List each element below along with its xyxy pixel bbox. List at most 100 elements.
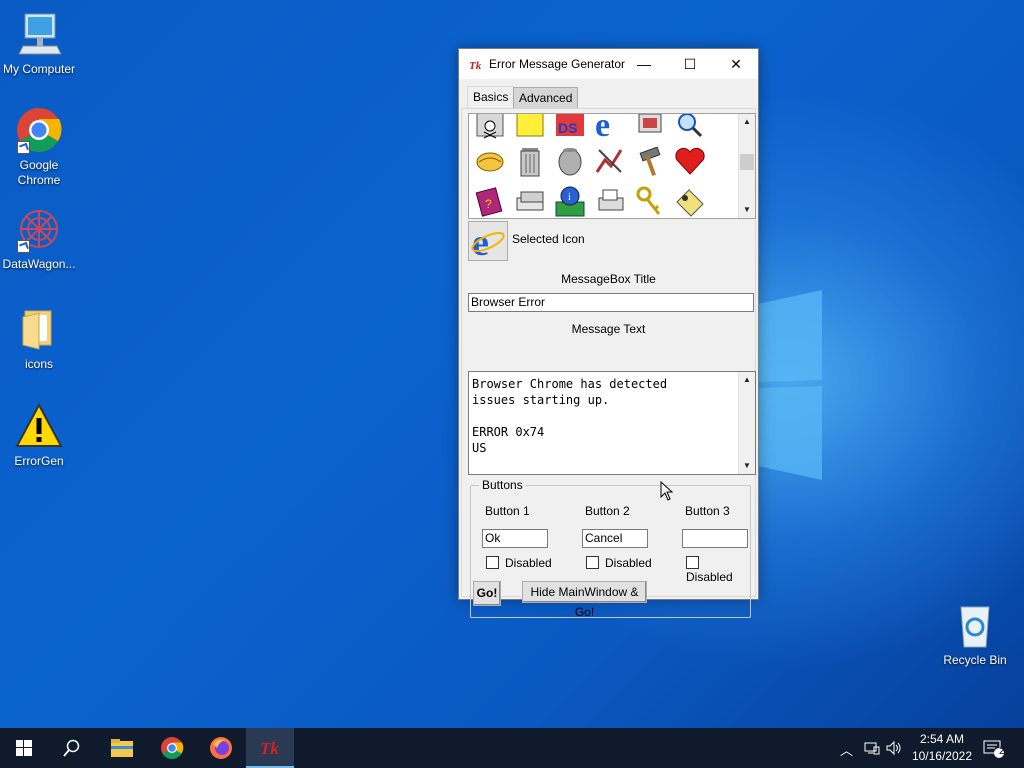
trash-can-icon[interactable] bbox=[513, 144, 547, 178]
key-card-icon[interactable] bbox=[673, 184, 707, 218]
ie-icon: e bbox=[471, 222, 505, 264]
network-info-icon[interactable]: i bbox=[553, 184, 587, 218]
icon-list-scrollbar[interactable]: ▲ ▼ bbox=[738, 114, 755, 218]
hammer-icon[interactable] bbox=[633, 144, 667, 178]
system-clock[interactable]: 2:54 AM 10/16/2022 bbox=[912, 731, 972, 765]
desktop-icon-my-computer[interactable]: My Computer bbox=[1, 10, 77, 77]
button1-text-input[interactable]: Ok bbox=[482, 529, 548, 548]
note-icon[interactable] bbox=[513, 113, 547, 140]
scroll-down-arrow-icon[interactable]: ▼ bbox=[739, 458, 755, 474]
taskbar-search-button[interactable] bbox=[48, 728, 96, 768]
mouse-cursor-icon bbox=[660, 481, 674, 501]
buttons-group-title: Buttons bbox=[479, 478, 526, 492]
network-icon[interactable] bbox=[864, 740, 880, 756]
icon-picker-list[interactable]: DS e ? i ▲ ▼ bbox=[468, 113, 756, 219]
shortcut-arrow-icon bbox=[17, 240, 30, 253]
desktop-icon-label: Google Chrome bbox=[17, 158, 61, 187]
scroll-down-arrow-icon[interactable]: ▼ bbox=[739, 202, 755, 218]
svg-text:Tk: Tk bbox=[469, 60, 482, 71]
button1-disabled-checkbox[interactable]: Disabled bbox=[486, 556, 552, 570]
start-button[interactable] bbox=[0, 728, 48, 768]
error-message-generator-window: Tk Error Message Generator — ☐ ✕ Basics … bbox=[458, 48, 759, 619]
scroll-up-arrow-icon[interactable]: ▲ bbox=[739, 372, 755, 388]
message-text-scrollbar[interactable]: ▲ ▼ bbox=[738, 372, 755, 474]
volume-icon[interactable] bbox=[886, 740, 902, 756]
dos-icon[interactable]: DS bbox=[553, 113, 587, 140]
ie-icon[interactable]: e bbox=[593, 113, 627, 140]
taskbar-errorgen[interactable]: Tk bbox=[246, 728, 294, 768]
graph-icon[interactable] bbox=[593, 144, 627, 178]
printer-icon[interactable] bbox=[593, 184, 627, 218]
tab-basics[interactable]: Basics bbox=[467, 86, 515, 109]
selected-icon-label: Selected Icon bbox=[512, 232, 585, 246]
folder-icon bbox=[15, 305, 63, 353]
recycle-bin-icon bbox=[951, 601, 999, 649]
minimize-button[interactable]: — bbox=[621, 49, 667, 79]
fortune-cookie-icon[interactable] bbox=[473, 144, 507, 178]
hide-mainwindow-go-button[interactable]: Hide MainWindow & Go! bbox=[522, 581, 647, 619]
taskbar-file-explorer[interactable] bbox=[98, 728, 146, 768]
go-button[interactable]: Go! bbox=[473, 581, 501, 606]
desktop-icon-google-chrome[interactable]: Google Chrome bbox=[1, 106, 77, 188]
windows-logo-background bbox=[758, 290, 822, 480]
heart-icon[interactable] bbox=[673, 144, 707, 178]
notification-count-badge: 2 bbox=[999, 746, 1005, 757]
firefox-icon bbox=[210, 737, 232, 759]
scroll-up-arrow-icon[interactable]: ▲ bbox=[739, 114, 755, 130]
desktop-icon-errorgen[interactable]: ErrorGen bbox=[1, 402, 77, 469]
desktop-icon-label: ErrorGen bbox=[14, 454, 64, 468]
window-titlebar[interactable]: Tk Error Message Generator — ☐ ✕ bbox=[459, 49, 758, 79]
svg-text:?: ? bbox=[485, 197, 492, 211]
button2-disabled-checkbox[interactable]: Disabled bbox=[586, 556, 652, 570]
window-content: Basics Advanced DS e ? i ▲ ▼ e Selected … bbox=[459, 79, 758, 619]
messagebox-title-caption: MessageBox Title bbox=[561, 272, 656, 286]
datawagon-icon bbox=[15, 205, 63, 253]
desktop-icon-recycle-bin[interactable]: Recycle Bin bbox=[937, 601, 1013, 668]
messagebox-title-input[interactable]: Browser Error bbox=[468, 293, 754, 312]
warning-icon bbox=[15, 402, 63, 450]
checkbox-box[interactable] bbox=[586, 556, 599, 569]
file-explorer-icon bbox=[111, 739, 133, 757]
desktop-icon-label: Recycle Bin bbox=[943, 653, 1007, 667]
desktop-icon-icons-folder[interactable]: icons bbox=[1, 305, 77, 372]
magnifier-icon[interactable] bbox=[673, 113, 707, 140]
checkbox-label: Disabled bbox=[505, 556, 552, 570]
buttons-groupbox: Buttons Button 1 Button 2 Button 3 Ok Ca… bbox=[470, 478, 751, 619]
button2-label: Button 2 bbox=[585, 504, 630, 518]
close-button[interactable]: ✕ bbox=[713, 49, 759, 79]
checkbox-box[interactable] bbox=[486, 556, 499, 569]
show-hidden-icons-chevron-icon[interactable]: ︿ bbox=[840, 740, 853, 759]
button2-text-input[interactable]: Cancel bbox=[582, 529, 648, 548]
svg-text:DS: DS bbox=[558, 120, 577, 136]
tab-advanced[interactable]: Advanced bbox=[513, 87, 579, 108]
button3-text-input[interactable] bbox=[682, 529, 748, 548]
book-icon[interactable]: ? bbox=[473, 184, 507, 218]
scrollbar-thumb[interactable] bbox=[740, 154, 754, 170]
maximize-button[interactable]: ☐ bbox=[667, 49, 713, 79]
desktop-icon-datawagon[interactable]: DataWagon... bbox=[1, 205, 77, 272]
chrome-icon bbox=[15, 106, 63, 154]
button3-label: Button 3 bbox=[685, 504, 730, 518]
message-text-area[interactable]: Browser Chrome has detected issues start… bbox=[468, 371, 756, 475]
taskbar-firefox[interactable] bbox=[197, 728, 245, 768]
tk-feather-icon: Tk bbox=[469, 60, 482, 71]
selected-icon-row: e Selected Icon bbox=[468, 219, 754, 264]
window-stack-icon[interactable] bbox=[633, 113, 667, 140]
action-center-button[interactable]: 2 bbox=[970, 728, 1016, 768]
shortcut-arrow-icon bbox=[17, 141, 30, 154]
svg-text:i: i bbox=[568, 192, 571, 203]
button3-disabled-checkbox[interactable]: Disabled bbox=[686, 556, 750, 584]
errorgen-icon: Tk bbox=[260, 739, 279, 757]
taskbar-chrome[interactable] bbox=[148, 728, 196, 768]
jar-icon[interactable] bbox=[553, 144, 587, 178]
windows-start-icon bbox=[16, 740, 32, 756]
keys-icon[interactable] bbox=[633, 184, 667, 218]
window-title: Error Message Generator bbox=[489, 57, 626, 71]
checkbox-label: Disabled bbox=[686, 570, 733, 584]
disk-drives-icon[interactable] bbox=[513, 184, 547, 218]
taskbar: Tk ︿ 2:54 AM 10/16/2022 2 bbox=[0, 728, 1024, 768]
checkbox-box[interactable] bbox=[686, 556, 699, 569]
computer-icon bbox=[15, 10, 63, 58]
skull-icon[interactable] bbox=[473, 113, 507, 140]
selected-icon-preview[interactable]: e bbox=[468, 221, 508, 264]
